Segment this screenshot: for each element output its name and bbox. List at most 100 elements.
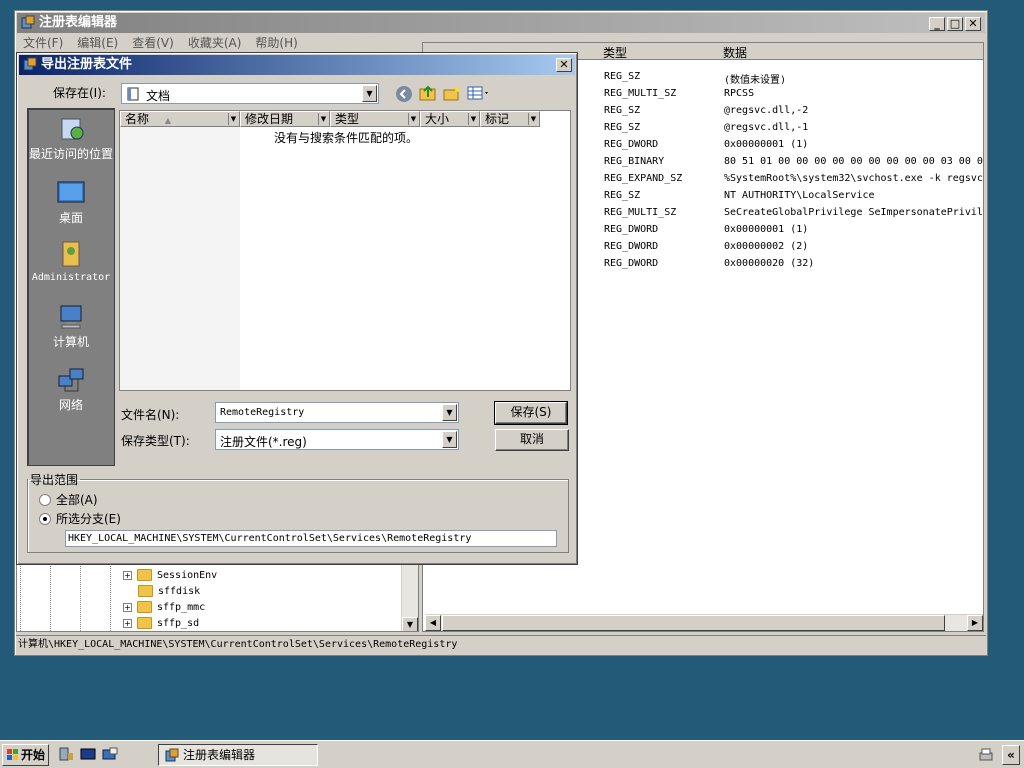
powershell-icon[interactable] (80, 747, 96, 761)
new-folder-icon[interactable] (443, 84, 461, 102)
tree-item[interactable]: + SessionEnv (123, 567, 217, 583)
menu-favorites[interactable]: 收藏夹(A) (188, 34, 242, 52)
server-manager-icon[interactable] (58, 747, 74, 761)
save-in-dropdown[interactable]: 文档 ▼ (121, 83, 379, 104)
folder-icon (137, 601, 152, 613)
horizontal-scrollbar[interactable]: ◀ ▶ (425, 614, 983, 631)
close-button[interactable]: ✕ (965, 17, 981, 31)
regedit-app-icon (23, 57, 37, 71)
radio-selected-circle[interactable] (39, 512, 51, 525)
radio-selected-branch[interactable]: 所选分支(E) (39, 510, 121, 527)
chevron-down-icon[interactable]: ▼ (468, 113, 478, 125)
value-data: 80 51 01 00 00 00 00 00 00 00 00 00 03 0… (724, 156, 983, 167)
place-computer[interactable]: 计算机 (28, 303, 114, 350)
scroll-right-icon[interactable]: ▶ (967, 615, 983, 631)
tray-expand-icon[interactable]: « (1002, 745, 1020, 765)
header-size[interactable]: 大小 ▼ (420, 111, 480, 127)
value-data: NT AUTHORITY\LocalService (724, 190, 875, 201)
maximize-button[interactable]: □ (947, 17, 963, 31)
filename-input[interactable]: RemoteRegistry ▼ (215, 402, 459, 423)
save-button[interactable]: 保存(S) (494, 401, 568, 425)
tree-item[interactable]: + sffp_sd (123, 615, 199, 631)
place-administrator[interactable]: Administrator (28, 239, 114, 283)
minimize-button[interactable]: _ (929, 17, 945, 31)
scroll-down-icon[interactable]: ▼ (402, 617, 418, 631)
tree-guide (20, 564, 21, 631)
expand-icon[interactable]: + (123, 602, 132, 612)
back-icon[interactable] (395, 85, 413, 103)
menu-help[interactable]: 帮助(H) (255, 34, 297, 52)
chevron-down-icon[interactable]: ▼ (408, 113, 418, 125)
menu-file[interactable]: 文件(F) (23, 34, 63, 52)
value-type: REG_DWORD (604, 258, 659, 269)
dialog-titlebar[interactable]: 导出注册表文件 ✕ (19, 55, 575, 75)
value-type: REG_SZ (604, 190, 641, 201)
radio-all-circle[interactable] (39, 493, 51, 506)
tree-guide (80, 564, 81, 631)
tree-guide (50, 564, 51, 631)
regedit-app-icon (165, 748, 179, 762)
view-menu-icon[interactable] (467, 85, 491, 101)
explorer-icon[interactable] (102, 747, 118, 761)
up-folder-icon[interactable] (419, 84, 437, 102)
user-folder-icon (62, 241, 80, 267)
value-type: REG_MULTI_SZ (604, 88, 677, 99)
computer-icon (60, 305, 82, 329)
place-recent[interactable]: 最近访问的位置 (28, 115, 114, 162)
value-data: 0x00000002 (2) (724, 241, 809, 252)
chevron-down-icon[interactable]: ▼ (442, 404, 457, 421)
folder-icon (137, 569, 152, 581)
scroll-left-icon[interactable]: ◀ (425, 615, 441, 631)
tree-item[interactable]: sffdisk (138, 583, 200, 599)
tree-guide (110, 564, 111, 631)
header-type[interactable]: 类型 ▼ (330, 111, 420, 127)
list-name-column-area (120, 127, 240, 390)
place-desktop[interactable]: 桌面 (28, 179, 114, 226)
save-in-label: 保存在(I): (53, 86, 106, 100)
network-icon (58, 368, 84, 392)
header-name[interactable]: 名称 ▲ ▼ (120, 111, 240, 127)
value-data: 0x00000020 (32) (724, 258, 815, 269)
cancel-button[interactable]: 取消 (495, 429, 569, 451)
taskbar-item-regedit[interactable]: 注册表编辑器 (158, 744, 318, 766)
taskbar: 开始 注册表编辑器 « (0, 740, 1024, 768)
value-type: REG_SZ (604, 122, 641, 133)
start-button[interactable]: 开始 (2, 744, 49, 766)
value-type: REG_SZ (604, 105, 641, 116)
scroll-thumb[interactable] (442, 615, 945, 631)
expand-icon[interactable]: + (123, 618, 132, 628)
value-data: %SystemRoot%\system32\svchost.exe -k reg… (724, 173, 983, 184)
menu-view[interactable]: 查看(V) (132, 34, 174, 52)
menu-edit[interactable]: 编辑(E) (77, 34, 118, 52)
registry-tree[interactable]: + SessionEnv sffdisk + sffp_mmc + sffp_s… (16, 563, 419, 632)
chevron-down-icon[interactable]: ▼ (442, 431, 457, 448)
filetype-dropdown[interactable]: 注册文件(*.reg) ▼ (215, 429, 459, 450)
empty-message: 没有与搜索条件匹配的项。 (274, 131, 419, 145)
file-list[interactable]: 名称 ▲ ▼ 修改日期 ▼ 类型 ▼ 大小 ▼ 标记 ▼ 没有与搜索条件匹配的项。 (119, 110, 571, 391)
expand-icon[interactable]: + (123, 570, 132, 580)
value-type: REG_DWORD (604, 224, 659, 235)
header-modified[interactable]: 修改日期 ▼ (240, 111, 330, 127)
export-dialog: 导出注册表文件 ✕ 保存在(I): 文档 ▼ 最近访问的位置 桌面 Admini… (16, 52, 578, 565)
column-data[interactable]: 数据 (723, 44, 747, 61)
column-type[interactable]: 类型 (603, 44, 627, 61)
chevron-down-icon[interactable]: ▼ (528, 113, 538, 125)
value-data: 0x00000001 (1) (724, 224, 809, 235)
tree-vertical-scrollbar[interactable]: ▼ (401, 564, 418, 631)
regedit-titlebar[interactable]: 注册表编辑器 _ □ ✕ (17, 13, 985, 33)
chevron-down-icon[interactable]: ▼ (228, 113, 238, 125)
value-data: @regsvc.dll,-1 (724, 122, 809, 133)
branch-path-input[interactable]: HKEY_LOCAL_MACHINE\SYSTEM\CurrentControl… (65, 530, 557, 547)
chevron-down-icon[interactable]: ▼ (318, 113, 328, 125)
value-type: REG_BINARY (604, 156, 665, 167)
chevron-down-icon[interactable]: ▼ (362, 85, 377, 102)
header-tags[interactable]: 标记 ▼ (480, 111, 540, 127)
printer-tray-icon[interactable] (978, 747, 994, 763)
tree-item[interactable]: + sffp_mmc (123, 599, 205, 615)
value-data: 0x00000001 (1) (724, 139, 809, 150)
radio-all[interactable]: 全部(A) (39, 491, 98, 508)
filename-label: 文件名(N): (121, 408, 180, 422)
value-data: @regsvc.dll,-2 (724, 105, 809, 116)
dialog-close-button[interactable]: ✕ (556, 58, 572, 72)
place-network[interactable]: 网络 (28, 366, 114, 413)
